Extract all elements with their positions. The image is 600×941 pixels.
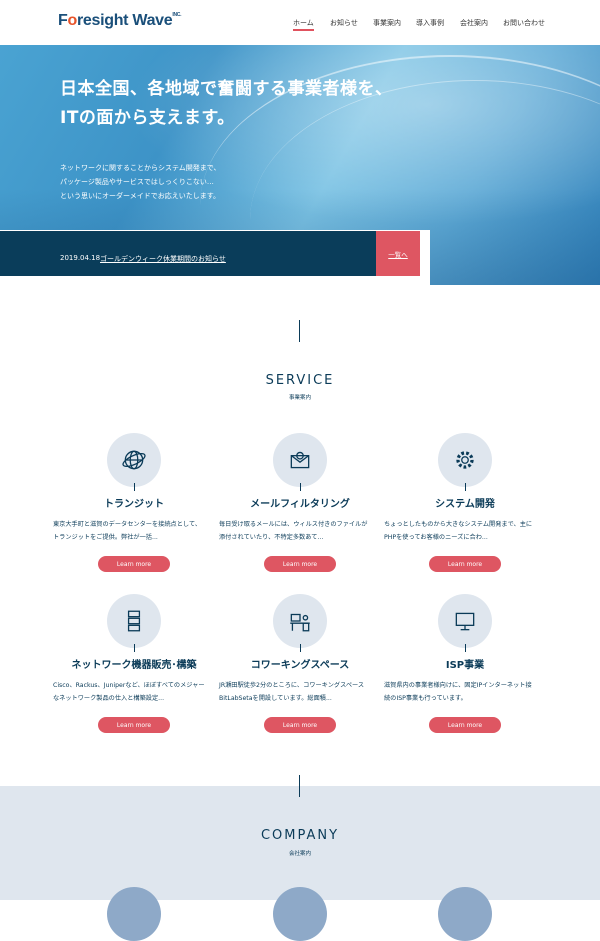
company-circle <box>107 887 161 941</box>
service-title: メールフィルタリング <box>250 499 350 510</box>
icon-circle <box>107 594 161 648</box>
service-text: 添付されていたり、不特定多数あて... <box>219 534 324 541</box>
nav-cases[interactable]: 導入事例 <box>416 18 444 28</box>
gear-icon <box>456 451 474 469</box>
connector <box>299 483 301 491</box>
service-title: コワーキングスペース <box>250 660 350 671</box>
learn-more-button[interactable]: Learn more <box>429 556 501 572</box>
icon-circle <box>107 433 161 487</box>
company-circle <box>438 887 492 941</box>
hero-subtext: パッケージ製品やサービスではしっくりこない… <box>60 178 214 186</box>
connector <box>133 483 135 491</box>
icon-circle <box>273 594 327 648</box>
service-text: トランジットをご提供。弊社が一括... <box>53 534 158 541</box>
server-icon <box>127 610 141 632</box>
news-link[interactable]: ゴールデンウィーク休業期間のお知らせ <box>100 254 226 264</box>
globe-icon <box>122 450 146 470</box>
connector <box>133 644 135 652</box>
site-header: Foresight WaveINC. ホーム お知らせ 事業案内 導入事例 会社… <box>0 0 600 45</box>
hero-headline: 日本全国、各地域で奮闘する事業者様を、 <box>60 79 393 99</box>
company-subtitle: 会社案内 <box>288 851 311 857</box>
service-title: トランジット <box>104 499 164 510</box>
service-text: 滋賀県内の事業者様向けに、固定IPインターネット接 <box>384 682 532 689</box>
connector <box>299 644 301 652</box>
news-list-button[interactable]: 一覧へ <box>376 231 420 276</box>
monitor-icon <box>455 612 475 631</box>
service-title: SERVICE <box>265 373 335 388</box>
learn-more-button[interactable]: Learn more <box>264 717 336 733</box>
service-subtitle: 事業案内 <box>288 395 311 401</box>
service-text: BitLabSetaを開設しています。総面積... <box>219 695 332 702</box>
learn-more-button[interactable]: Learn more <box>429 717 501 733</box>
icon-circle <box>438 594 492 648</box>
divider <box>299 775 300 797</box>
learn-more-button[interactable]: Learn more <box>264 556 336 572</box>
service-text: JR瀬田駅徒歩2分のところに、コワーキングスペース <box>219 682 365 689</box>
company-section <box>0 786 600 900</box>
service-title: システム開発 <box>435 499 495 510</box>
hero-headline: ITの面から支えます。 <box>60 108 235 128</box>
nav-company[interactable]: 会社案内 <box>460 18 488 28</box>
divider <box>299 320 300 342</box>
service-text: なネットワーク製品の仕入と構築設定... <box>53 695 165 702</box>
service-text: 毎日受け取るメールには、ウィルス付きのファイルが <box>219 521 368 528</box>
learn-more-button[interactable]: Learn more <box>98 556 170 572</box>
service-text: PHPを使ってお客様のニーズに合わ... <box>384 534 488 541</box>
company-title: COMPANY <box>260 828 340 843</box>
service-title: ネットワーク機器販売･構築 <box>71 660 197 671</box>
hero-subtext: ネットワークに関することからシステム開発まで、 <box>60 164 221 172</box>
logo[interactable]: Foresight WaveINC. <box>58 12 181 30</box>
desk-icon <box>290 613 310 632</box>
nav-contact[interactable]: お問い合わせ <box>503 18 545 28</box>
service-title: ISP事業 <box>445 660 485 671</box>
connector <box>464 483 466 491</box>
connector <box>464 644 466 652</box>
service-text: Cisco、Rackus、Juniperなど、ほぼすべてのメジャー <box>53 682 205 689</box>
nav-news[interactable]: お知らせ <box>330 18 358 28</box>
icon-circle <box>438 433 492 487</box>
company-circle <box>273 887 327 941</box>
hero-subtext: という思いにオーダーメイドでお応えいたします。 <box>60 192 221 200</box>
service-text: ちょっとしたものから大きなシステム開発まで、主に <box>384 521 533 528</box>
mail-icon <box>290 451 310 469</box>
news-date: 2019.04.18 <box>60 254 101 262</box>
service-text: 東京大手町と滋賀のデータセンターを接続点として、 <box>53 521 202 528</box>
learn-more-button[interactable]: Learn more <box>98 717 170 733</box>
nav-home[interactable]: ホーム <box>293 18 314 31</box>
icon-circle <box>273 433 327 487</box>
nav-services[interactable]: 事業案内 <box>373 18 401 28</box>
service-text: 続のISP事業も行っています。 <box>384 695 467 702</box>
